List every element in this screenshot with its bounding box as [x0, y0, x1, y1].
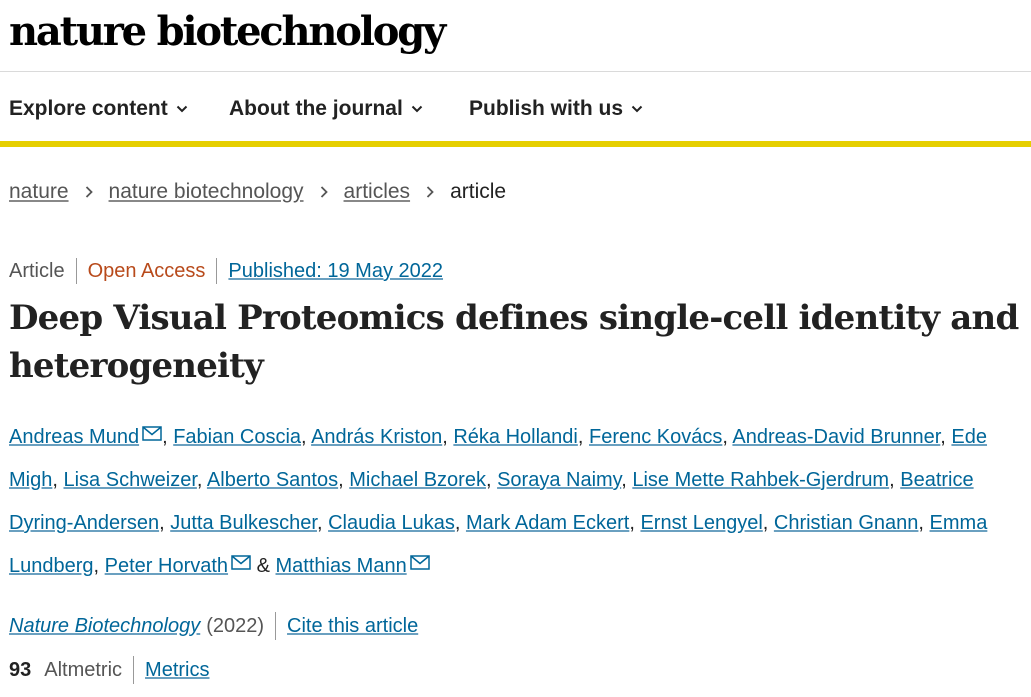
citation-year: (2022)	[206, 612, 277, 640]
author-link[interactable]: Réka Hollandi	[453, 426, 578, 448]
nav-explore-content-label: Explore content	[9, 97, 168, 120]
author-separator: ,	[485, 469, 492, 491]
author-item: Jutta Bulkescher,	[170, 512, 322, 534]
author-item: Lise Mette Rahbek-Gjerdrum,	[632, 469, 894, 491]
author-item: Andreas Mund,	[9, 426, 168, 448]
journal-logo[interactable]: nature biotechnology	[9, 6, 446, 58]
author-item: Soraya Naimy,	[497, 469, 627, 491]
author-item: Fabian Coscia,	[173, 426, 306, 448]
author-item: András Kriston,	[311, 426, 448, 448]
altmetric-label: Altmetric	[44, 656, 135, 684]
breadcrumb: nature nature biotechnology articles art…	[9, 180, 506, 204]
chevron-right-icon	[426, 186, 434, 198]
chevron-down-icon	[631, 105, 643, 113]
author-item: Mark Adam Eckert,	[466, 512, 635, 534]
author-link[interactable]: Fabian Coscia	[173, 426, 301, 448]
author-separator: ,	[162, 426, 168, 448]
author-item: Alberto Santos,	[207, 469, 344, 491]
chevron-right-icon	[85, 186, 93, 198]
author-link[interactable]: Lise Mette Rahbek-Gjerdrum	[632, 469, 889, 491]
author-separator: ,	[762, 512, 769, 534]
author-link[interactable]: Michael Bzorek	[349, 469, 486, 491]
breadcrumb-articles[interactable]: articles	[344, 180, 411, 204]
author-separator: ,	[940, 426, 946, 448]
open-access-label: Open Access	[88, 258, 218, 284]
article-meta: Article Open Access Published: 19 May 20…	[9, 258, 465, 284]
citation-line: Nature Biotechnology (2022) Cite this ar…	[9, 612, 418, 640]
envelope-icon[interactable]	[409, 555, 430, 570]
author-list: Andreas Mund, Fabian Coscia, András Kris…	[9, 416, 1024, 588]
author-ampersand: &	[256, 555, 270, 577]
chevron-down-icon	[176, 105, 187, 113]
article-type: Article	[9, 258, 77, 284]
author-link[interactable]: András Kriston	[311, 426, 442, 448]
main-nav: Explore content About the journal Publis…	[0, 72, 1031, 147]
author-separator: ,	[722, 426, 728, 448]
nav-publish-with-us-label: Publish with us	[469, 97, 624, 120]
nav-about-journal[interactable]: About the journal	[229, 97, 423, 121]
author-link[interactable]: Mark Adam Eckert	[466, 512, 629, 534]
author-link[interactable]: Jutta Bulkescher	[170, 512, 317, 534]
author-item: Ferenc Kovács,	[589, 426, 728, 448]
author-item: Claudia Lukas,	[328, 512, 460, 534]
author-separator: ,	[316, 512, 323, 534]
author-item: Michael Bzorek,	[349, 469, 491, 491]
author-item: Matthias Mann	[276, 555, 430, 577]
masthead: nature biotechnology	[0, 0, 1031, 72]
breadcrumb-current: article	[450, 180, 507, 203]
author-separator: ,	[196, 469, 203, 491]
author-item: Andreas-David Brunner,	[732, 426, 945, 448]
metrics-link[interactable]: Metrics	[145, 659, 209, 682]
author-item: Ernst Lengyel,	[640, 512, 768, 534]
author-separator: ,	[93, 555, 100, 577]
author-link[interactable]: Andreas-David Brunner	[732, 426, 940, 448]
published-date-link[interactable]: Published: 19 May 2022	[228, 258, 454, 284]
journal-link[interactable]: Nature Biotechnology	[9, 615, 200, 638]
chevron-right-icon	[320, 186, 328, 198]
author-separator: ,	[338, 469, 344, 491]
author-separator: ,	[918, 512, 924, 534]
nav-publish-with-us[interactable]: Publish with us	[469, 97, 643, 121]
nav-about-journal-label: About the journal	[229, 97, 403, 120]
author-separator: ,	[629, 512, 635, 534]
envelope-icon[interactable]	[142, 426, 162, 441]
altmetric-score: 93	[9, 658, 32, 681]
author-link[interactable]: Claudia Lukas	[328, 512, 455, 534]
author-separator: ,	[889, 469, 895, 491]
breadcrumb-nature[interactable]: nature	[9, 180, 69, 204]
author-link[interactable]: Lisa Schweizer	[63, 469, 196, 491]
author-item: Peter Horvath	[105, 555, 251, 577]
author-separator: ,	[442, 426, 448, 448]
author-link[interactable]: Matthias Mann	[276, 555, 407, 577]
author-link[interactable]: Peter Horvath	[105, 555, 228, 577]
author-link[interactable]: Christian Gnann	[774, 512, 919, 534]
author-separator: ,	[577, 426, 584, 448]
author-link[interactable]: Ferenc Kovács	[589, 426, 722, 448]
author-separator: ,	[454, 512, 461, 534]
cite-this-article-link[interactable]: Cite this article	[287, 615, 418, 638]
author-link[interactable]: Andreas Mund	[9, 426, 139, 448]
author-separator: ,	[159, 512, 165, 534]
author-link[interactable]: Alberto Santos	[207, 469, 338, 491]
author-item: Christian Gnann,	[774, 512, 924, 534]
breadcrumb-nature-biotechnology[interactable]: nature biotechnology	[109, 180, 304, 204]
author-link[interactable]: Soraya Naimy	[497, 469, 621, 491]
nav-explore-content[interactable]: Explore content	[9, 97, 188, 121]
author-separator: ,	[52, 469, 58, 491]
author-link[interactable]: Ernst Lengyel	[640, 512, 762, 534]
author-item: Lisa Schweizer,	[63, 469, 202, 491]
chevron-down-icon	[411, 105, 423, 113]
article-title: Deep Visual Proteomics defines single-ce…	[9, 298, 1019, 386]
author-separator: ,	[301, 426, 307, 448]
envelope-icon[interactable]	[231, 555, 251, 570]
author-separator: ,	[621, 469, 627, 491]
metrics-line: 93 Altmetric Metrics	[9, 656, 210, 684]
author-item: Réka Hollandi,	[453, 426, 583, 448]
